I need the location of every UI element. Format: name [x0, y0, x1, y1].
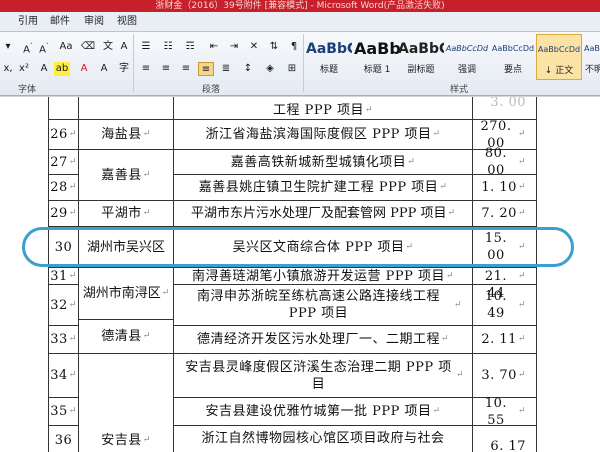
table-cell-amount: 7. 20 ↵: [473, 201, 537, 227]
table-cell-no: 26 ↵: [49, 120, 79, 150]
style-emphasis[interactable]: AaBbCcDd 强调: [444, 34, 490, 80]
table-cell-region: 嘉善县 ↵: [79, 150, 174, 201]
shading-icon[interactable]: ◈: [262, 62, 278, 76]
text-effects-icon[interactable]: A: [36, 62, 52, 76]
sort-icon[interactable]: ⇅: [266, 40, 282, 54]
chinese-layout-icon[interactable]: ✕: [246, 40, 262, 54]
font-color-icon[interactable]: A: [76, 62, 92, 76]
table-cell-project: 浙江自然博物园核心馆区项目政府与社会: [174, 426, 473, 452]
superscript-icon[interactable]: x²: [16, 62, 32, 76]
distributed-icon[interactable]: ≣: [218, 62, 234, 76]
tab-review[interactable]: 审阅: [84, 15, 104, 29]
table-cell-no: 34 ↵: [49, 354, 79, 398]
table-cell-project: 南浔申苏浙皖至练杭高速公路连接线工程 PPP 项目 ↵: [174, 285, 473, 326]
tab-references[interactable]: 引用: [18, 15, 38, 29]
bullets-icon[interactable]: ☰: [138, 40, 154, 54]
table-cell-project: 安吉县灵峰度假区浒溪生态治理二期 PPP 项目 ↵: [174, 354, 473, 398]
table-cell-no: 29 ↵: [49, 201, 79, 227]
style-subtitle[interactable]: AaBbC 副标题: [398, 34, 444, 80]
align-left-icon[interactable]: ≡: [138, 62, 154, 76]
style-no-spacing[interactable]: AaBbCcDd 不明: [584, 34, 600, 80]
table-cell-region: 湖州市南浔区 ↵: [79, 268, 174, 320]
font-size-dropdown[interactable]: ▾: [0, 40, 16, 54]
char-shading-icon[interactable]: A: [96, 62, 112, 76]
styles-group-label: 样式: [450, 85, 469, 95]
table-cell-project: 嘉善高铁新城新型城镇化项目 ↵: [174, 150, 473, 175]
table-cell-amount: 1. 10 ↵: [473, 175, 537, 201]
tab-mailings[interactable]: 邮件: [50, 15, 70, 29]
table-cell-region: [79, 97, 174, 120]
enclose-char-icon[interactable]: 字: [116, 62, 132, 76]
align-right-icon[interactable]: ≡: [178, 62, 194, 76]
paragraph-group-label: 段落: [202, 85, 221, 95]
table-cell-amount: 10. 49 ↵: [473, 285, 537, 326]
table-cell-project: 嘉善县姚庄镇卫生院扩建工程 PPP 项目 ↵: [174, 175, 473, 201]
style-heading-1[interactable]: AaBb 标题 1: [354, 34, 400, 80]
table-cell-project: 南浔善琏湖笔小镇旅游开发运营 PPP 项目 ↵: [174, 268, 473, 285]
line-spacing-icon[interactable]: ↕: [240, 62, 256, 76]
table-cell-region: 安吉县 ↵: [79, 354, 174, 452]
separator: [133, 34, 134, 92]
align-center-icon[interactable]: ≡: [158, 62, 174, 76]
style-strong[interactable]: AaBbCcDd 要点: [490, 34, 536, 80]
table-cell-amount: 6. 17: [473, 426, 537, 452]
table-cell-no: 28 ↵: [49, 175, 79, 201]
decrease-indent-icon[interactable]: ⇤: [206, 40, 222, 54]
table-cell-project: 平湖市东片污水处理厂及配套管网 PPP 项目 ↵: [174, 201, 473, 227]
show-marks-icon[interactable]: ¶: [286, 40, 302, 54]
multilevel-list-icon[interactable]: ☶: [182, 40, 198, 54]
justify-icon[interactable]: ≡: [198, 62, 214, 76]
separator: [303, 34, 304, 92]
table-cell-region: 德清县 ↵: [79, 320, 174, 354]
table-cell-no: 33 ↵: [49, 326, 79, 354]
table-cell-no: 31 ↵: [49, 268, 79, 285]
table-cell-project: 德清经济开发区污水处理厂一、二期工程 ↵: [174, 326, 473, 354]
table-cell-amount: 21. 44 ↵: [473, 268, 537, 301]
clear-format-icon[interactable]: ⌫: [80, 40, 96, 54]
title-bar: 浙财金（2016）39号附件 [兼容模式] - Microsoft Word(产…: [0, 0, 600, 12]
window-title: 浙财金（2016）39号附件 [兼容模式] - Microsoft Word(产…: [155, 1, 445, 11]
table-cell-project: 浙江省海盐滨海国际度假区 PPP 项目 ↵: [174, 120, 473, 150]
table-cell-no: 36: [49, 426, 79, 452]
numbering-icon[interactable]: ☷: [160, 40, 176, 54]
phonetic-guide-icon[interactable]: 文: [100, 40, 116, 54]
table-cell-project: 工程 PPP 项目 ↵: [174, 97, 473, 120]
ribbon: ▾ Aˆ Aˇ Aa ⌫ 文 A x, x² A ab A A 字 字体 ☰ ☷…: [0, 32, 600, 96]
highlight-ellipse: [22, 227, 574, 267]
table-cell-project: 安吉县建设优雅竹城第一批 PPP 项目 ↵: [174, 398, 473, 426]
font-group-label: 字体: [18, 85, 37, 95]
table-cell-amount: 2. 11 ↵: [473, 326, 537, 354]
subscript-icon[interactable]: x,: [0, 62, 16, 76]
char-border-icon[interactable]: A: [116, 40, 132, 54]
change-case-icon[interactable]: Aa: [58, 40, 74, 54]
table-cell-amount: 3. 70 ↵: [473, 354, 537, 398]
table-cell-amount: 80. 00 ↵: [473, 146, 537, 178]
project-table: 工程 PPP 项目 ↵ 3. 00 26 ↵ 海盐县 ↵ 浙江省海盐滨海国际度假区 P…: [48, 97, 537, 452]
table-cell-amount: 10. 55 ↵: [473, 396, 537, 428]
table-cell-no: 27 ↵: [49, 150, 79, 175]
borders-icon[interactable]: ⊞: [284, 62, 300, 76]
style-title[interactable]: AaBbC 标题: [306, 34, 352, 80]
ribbon-tabs: 引用 邮件 审阅 视图: [0, 12, 600, 32]
table-cell-region: 海盐县 ↵: [79, 120, 174, 150]
table-cell-no: 35 ↵: [49, 398, 79, 426]
tab-view[interactable]: 视图: [117, 15, 137, 29]
grow-font-icon[interactable]: Aˆ: [20, 40, 36, 55]
increase-indent-icon[interactable]: ⇥: [226, 40, 242, 54]
highlight-color-icon[interactable]: ab: [54, 62, 70, 76]
document-page[interactable]: 工程 PPP 项目 ↵ 3. 00 26 ↵ 海盐县 ↵ 浙江省海盐滨海国际度假区 P…: [0, 97, 600, 452]
table-cell-region: 平湖市 ↵: [79, 201, 174, 227]
table-cell-no: 32 ↵: [49, 285, 79, 326]
table-cell-no: [49, 97, 79, 120]
shrink-font-icon[interactable]: Aˇ: [36, 40, 52, 55]
style-normal[interactable]: AaBbCcDd ↓ 正文: [536, 34, 582, 80]
